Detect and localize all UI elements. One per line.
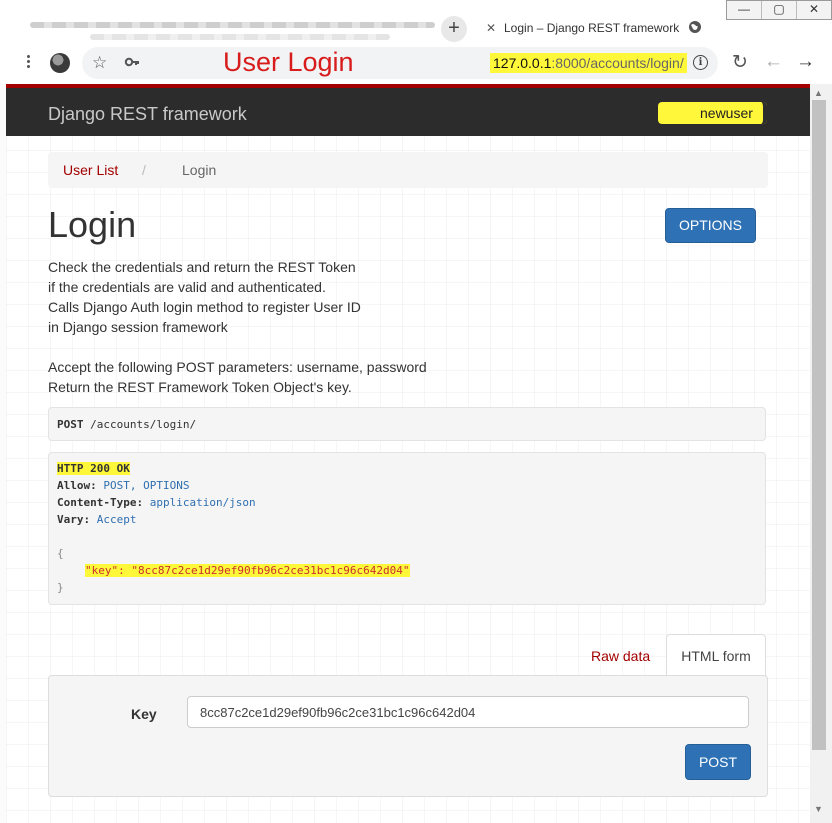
- maximize-button[interactable]: ▢: [762, 1, 797, 19]
- options-button[interactable]: OPTIONS: [665, 208, 756, 243]
- tab-raw-data[interactable]: Raw data: [591, 648, 650, 664]
- header-content-type-label: Content-Type:: [57, 496, 144, 509]
- window-controls: — ▢ ✕: [726, 0, 832, 20]
- description-line: Return the REST Framework Token Object's…: [48, 379, 352, 395]
- html-form-panel: Key POST: [48, 675, 768, 797]
- info-icon[interactable]: i: [693, 55, 708, 70]
- blurred-tab-strip: [30, 22, 435, 28]
- page-viewport: Django REST framework newuser User List …: [6, 84, 810, 823]
- breadcrumb: User List / Login: [48, 152, 768, 188]
- request-info: POST /accounts/login/: [48, 407, 766, 441]
- json-key-value: "key": "8cc87c2ce1d29ef90fb96c2ce31bc1c9…: [85, 564, 410, 577]
- header-vary-value: Accept: [90, 513, 137, 526]
- form-tabs: Raw data HTML form: [48, 634, 768, 676]
- header-vary-label: Vary:: [57, 513, 91, 526]
- url-path: :8000/accounts/login/: [551, 55, 684, 71]
- json-open-brace: {: [57, 547, 64, 560]
- url-text[interactable]: 127.0.0.1:8000/accounts/login/: [490, 53, 687, 73]
- avatar[interactable]: [50, 53, 70, 73]
- scrollbar-thumb[interactable]: [812, 100, 826, 750]
- globe-icon: [689, 21, 701, 33]
- header-allow-label: Allow:: [57, 479, 97, 492]
- reload-icon[interactable]: ↻: [732, 51, 748, 74]
- annotation-user-login: User Login: [223, 47, 354, 77]
- description-line: in Django session framework: [48, 319, 228, 335]
- header-content-type-value: application/json: [143, 496, 256, 509]
- minimize-button[interactable]: —: [727, 1, 762, 19]
- star-icon[interactable]: ☆: [92, 53, 107, 73]
- json-close-brace: }: [57, 581, 64, 594]
- request-method: POST: [57, 418, 84, 431]
- close-window-button[interactable]: ✕: [797, 1, 831, 19]
- description-line: Check the credentials and return the RES…: [48, 259, 356, 275]
- key-label: Key: [131, 706, 157, 722]
- header-allow-value: POST, OPTIONS: [96, 479, 190, 492]
- response-status: HTTP 200 OK: [57, 462, 130, 475]
- page-title: Login: [48, 204, 137, 245]
- url-host: 127.0.0.1: [493, 55, 552, 71]
- browser-chrome: + ✕ Login – Django REST framework — ▢ ✕ …: [0, 0, 832, 84]
- breadcrumb-separator: /: [142, 162, 146, 178]
- breadcrumb-user-list-link[interactable]: User List: [63, 152, 118, 188]
- blurred-tab-strip-shadow: [90, 34, 390, 40]
- forward-icon[interactable]: →: [796, 51, 815, 73]
- post-button[interactable]: POST: [685, 744, 751, 780]
- breadcrumb-active: Login: [182, 162, 217, 178]
- description-line: Calls Django Auth login method to regist…: [48, 299, 361, 315]
- new-tab-button[interactable]: +: [441, 16, 467, 42]
- key-icon[interactable]: [124, 54, 140, 70]
- tab-close-icon[interactable]: ✕: [486, 21, 496, 35]
- brand-link[interactable]: Django REST framework: [48, 104, 247, 125]
- user-menu[interactable]: newuser: [658, 102, 767, 124]
- description-line: Accept the following POST parameters: us…: [48, 359, 427, 375]
- tab-title: Login – Django REST framework: [504, 21, 680, 35]
- key-input[interactable]: [187, 696, 749, 728]
- tab-html-form[interactable]: HTML form: [666, 634, 766, 676]
- scroll-down-icon[interactable]: ▼: [814, 804, 823, 814]
- request-path: /accounts/login/: [83, 418, 197, 431]
- kebab-menu-icon[interactable]: [22, 53, 34, 73]
- navbar: Django REST framework newuser: [6, 88, 810, 136]
- back-icon[interactable]: ←: [764, 51, 783, 73]
- response-info: HTTP 200 OK Allow: POST, OPTIONS Content…: [48, 452, 766, 605]
- description-line: if the credentials are valid and authent…: [48, 279, 326, 295]
- browser-tab-active[interactable]: ✕ Login – Django REST framework: [478, 12, 718, 44]
- scroll-up-icon[interactable]: ▲: [814, 88, 823, 98]
